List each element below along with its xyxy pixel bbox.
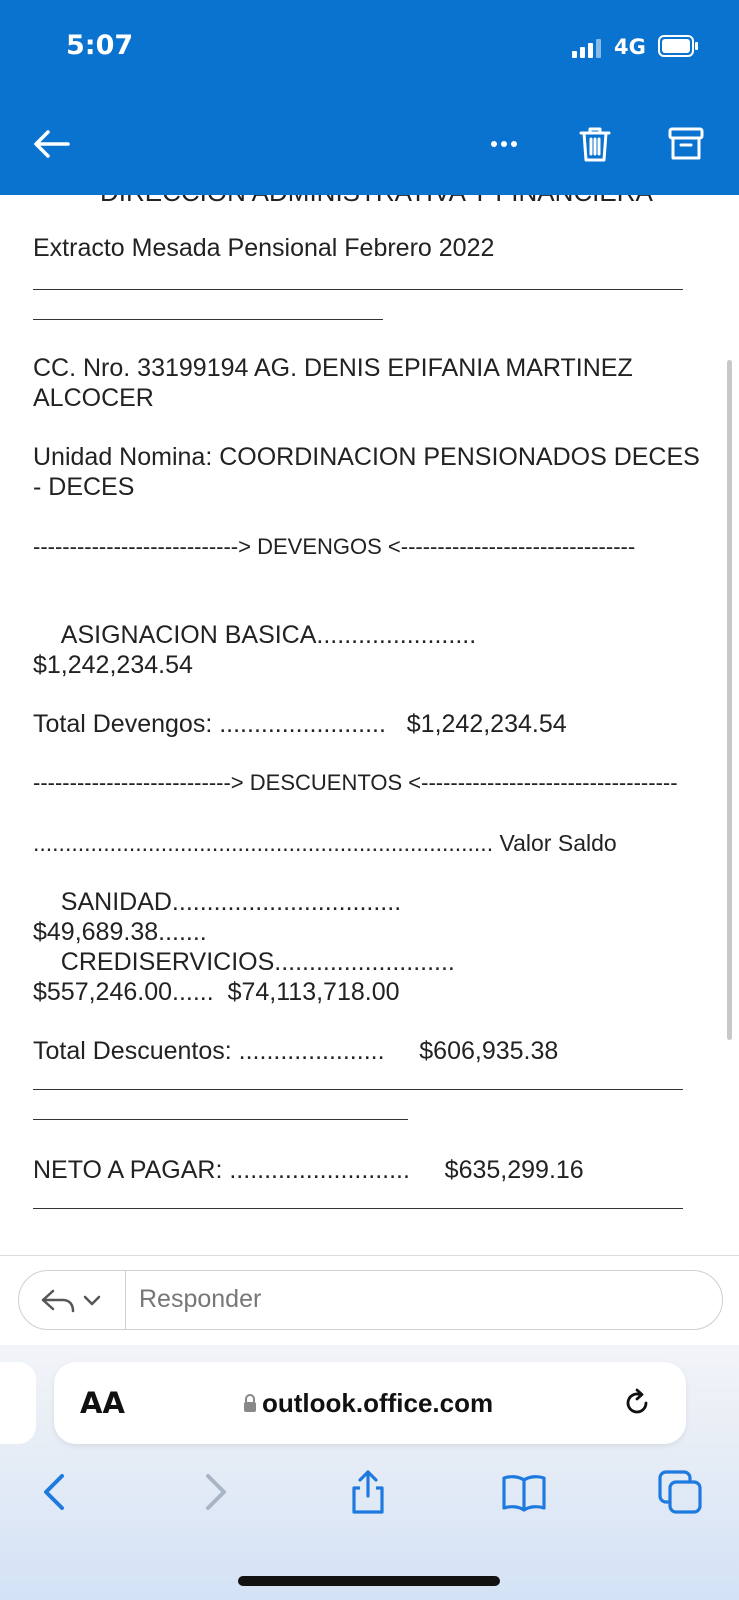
reply-input[interactable]: Responder	[18, 1270, 723, 1330]
status-time: 5:07	[66, 30, 134, 61]
devengos-header: ----------------------------> DEVENGOS <…	[33, 534, 636, 559]
cell-signal-icon	[572, 39, 601, 58]
subject-line: Extracto Mesada Pensional Febrero 2022	[33, 234, 495, 262]
reply-placeholder: Responder	[139, 1285, 262, 1313]
total-descuentos: Total Descuentos: ..................... …	[33, 1037, 559, 1065]
text-size-button[interactable]: AA	[80, 1386, 125, 1420]
network-type: 4G	[614, 35, 646, 59]
reply-arrow-icon	[41, 1289, 101, 1313]
descuentos-header: ---------------------------> DESCUENTOS …	[33, 770, 678, 795]
previous-tab-card[interactable]	[0, 1362, 36, 1444]
reply-bar: Responder	[0, 1255, 739, 1346]
divider	[33, 1089, 683, 1090]
back-arrow-icon[interactable]	[28, 120, 76, 168]
lock-icon	[244, 1394, 256, 1412]
cc-line: CC. Nro. 33199194 AG. DENIS EPIFANIA MAR…	[33, 354, 639, 412]
aa-label: AA	[80, 1386, 125, 1420]
tabs-icon[interactable]	[656, 1468, 704, 1516]
bookmarks-icon[interactable]	[500, 1468, 548, 1516]
more-options-icon[interactable]	[480, 120, 528, 168]
share-icon[interactable]	[344, 1468, 392, 1516]
neto-a-pagar: NETO A PAGAR: ..........................…	[33, 1156, 584, 1184]
devengos-item: ASIGNACION BASICA.......................…	[33, 621, 477, 679]
url-text: outlook.office.com	[262, 1388, 494, 1418]
trash-icon[interactable]	[571, 120, 619, 168]
reply-options-button[interactable]	[19, 1271, 126, 1329]
scrollbar[interactable]	[727, 360, 732, 1040]
divider	[33, 1208, 683, 1209]
battery-icon	[658, 35, 698, 57]
divider	[33, 289, 683, 290]
reload-icon[interactable]	[620, 1386, 654, 1420]
address-bar[interactable]: AA outlook.office.com	[54, 1362, 686, 1444]
total-devengos: Total Devengos: ........................…	[33, 710, 567, 738]
unidad-nomina-line: Unidad Nomina: COORDINACION PENSIONADOS …	[33, 443, 707, 501]
cut-header-text: DIRECCION ADMINISTRATIVA Y FINANCIERA	[100, 195, 739, 207]
valor-saldo-line: ........................................…	[33, 830, 617, 856]
browser-back-icon[interactable]	[32, 1468, 80, 1516]
divider	[33, 319, 383, 320]
divider	[33, 1119, 408, 1120]
descuentos-items: SANIDAD.................................…	[33, 888, 455, 1006]
browser-forward-icon[interactable]	[190, 1468, 238, 1516]
email-body: DIRECCION ADMINISTRATIVA Y FINANCIERA Ex…	[0, 195, 739, 1255]
home-indicator[interactable]	[238, 1576, 500, 1586]
archive-icon[interactable]	[662, 120, 710, 168]
